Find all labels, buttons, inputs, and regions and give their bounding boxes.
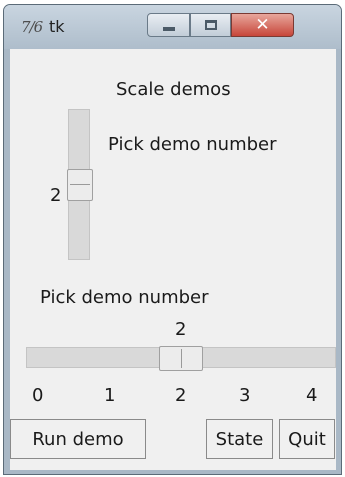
app-window: 7/6 tk ✕ Scale demos 2 Pick demo number … bbox=[3, 4, 342, 475]
state-button[interactable]: State bbox=[206, 419, 273, 459]
window-title: tk bbox=[49, 17, 65, 36]
client-area: Scale demos 2 Pick demo number Pick demo… bbox=[10, 49, 336, 470]
minimize-icon bbox=[162, 27, 175, 31]
horizontal-scale-value: 2 bbox=[175, 319, 187, 340]
vertical-scale-slider-thumb[interactable] bbox=[67, 169, 93, 201]
maximize-icon bbox=[204, 20, 217, 30]
close-icon: ✕ bbox=[255, 15, 270, 35]
minimize-button[interactable] bbox=[147, 13, 190, 37]
horizontal-scale[interactable] bbox=[26, 346, 336, 371]
scale-demos-header: Scale demos bbox=[116, 79, 231, 100]
tick-label-4: 4 bbox=[306, 385, 318, 406]
horizontal-scale-slider-thumb[interactable] bbox=[159, 346, 203, 371]
run-demo-button[interactable]: Run demo bbox=[10, 419, 146, 459]
tick-label-2: 2 bbox=[175, 385, 187, 406]
tick-label-0: 0 bbox=[32, 385, 44, 406]
title-bar[interactable]: 7/6 tk ✕ bbox=[4, 5, 341, 49]
vertical-scale[interactable] bbox=[67, 109, 93, 260]
vertical-scale-value: 2 bbox=[50, 185, 62, 206]
horizontal-scale-label: Pick demo number bbox=[40, 287, 209, 308]
quit-button[interactable]: Quit bbox=[279, 419, 335, 459]
tick-label-1: 1 bbox=[104, 385, 116, 406]
vertical-scale-label: Pick demo number bbox=[108, 134, 277, 155]
tick-label-3: 3 bbox=[239, 385, 251, 406]
maximize-button[interactable] bbox=[190, 13, 231, 37]
tk-feather-icon: 7/6 bbox=[21, 18, 43, 36]
close-button[interactable]: ✕ bbox=[231, 13, 294, 37]
